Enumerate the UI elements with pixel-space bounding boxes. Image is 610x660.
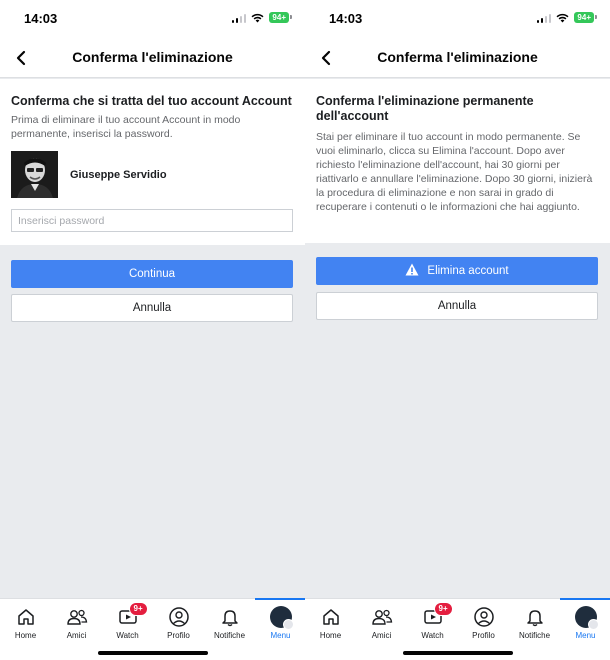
tab-menu[interactable]: Menu	[560, 598, 610, 645]
watch-badge: 9+	[128, 602, 148, 616]
profile-row: Giuseppe Servidio	[11, 151, 294, 198]
screen-confirm-password: 14:03 94+ Conferma l'eliminazione Confer…	[0, 0, 305, 660]
page-title: Conferma l'eliminazione	[377, 49, 538, 65]
tab-home[interactable]: Home	[305, 599, 356, 645]
tab-label: Home	[14, 631, 37, 640]
password-input[interactable]	[11, 209, 293, 232]
tab-notifications[interactable]: Notifiche	[509, 599, 560, 645]
status-bar: 14:03 94+	[305, 0, 610, 38]
profile-icon	[167, 606, 191, 628]
tab-label: Watch	[116, 631, 139, 640]
battery-icon: 94+	[574, 12, 597, 23]
status-icons: 94+	[536, 12, 597, 23]
tab-menu[interactable]: Menu	[255, 598, 305, 645]
tab-label: Watch	[421, 631, 444, 640]
warning-icon	[405, 263, 419, 279]
home-indicator	[98, 651, 208, 655]
bell-icon	[523, 606, 547, 628]
screen-confirm-deletion: 14:03 94+ Conferma l'eliminazione Confer…	[305, 0, 610, 660]
continue-button[interactable]: Continua	[11, 260, 293, 288]
tab-label: Profilo	[472, 631, 495, 640]
watch-badge: 9+	[433, 602, 453, 616]
tab-label: Menu	[270, 631, 291, 640]
signal-icon	[231, 13, 247, 23]
page-title: Conferma l'eliminazione	[72, 49, 233, 65]
home-indicator	[403, 651, 513, 655]
bell-icon	[218, 606, 242, 628]
confirm-account-card: Conferma che si tratta del tuo account A…	[0, 79, 305, 245]
wifi-icon	[251, 13, 264, 23]
card-title: Conferma che si tratta del tuo account A…	[11, 94, 292, 108]
active-tab-indicator	[255, 598, 305, 600]
confirm-deletion-card: Conferma l'eliminazione permanente dell'…	[305, 79, 610, 243]
tab-profile[interactable]: Profilo	[458, 599, 509, 645]
cancel-button[interactable]: Annulla	[11, 294, 293, 322]
nav-header: Conferma l'eliminazione	[305, 38, 610, 78]
friends-icon	[370, 606, 394, 628]
battery-icon: 94+	[269, 12, 292, 23]
tab-watch[interactable]: 9+ Watch	[407, 599, 458, 645]
tab-label: Home	[319, 631, 342, 640]
tab-home[interactable]: Home	[0, 599, 51, 645]
status-time: 14:03	[329, 11, 363, 26]
avatar	[11, 151, 58, 198]
nav-header: Conferma l'eliminazione	[0, 38, 305, 78]
home-icon	[14, 606, 38, 628]
watch-icon: 9+	[116, 602, 148, 628]
menu-avatar-icon	[574, 606, 599, 630]
tab-label: Profilo	[167, 631, 190, 640]
friends-icon	[65, 606, 89, 628]
tab-friends[interactable]: Amici	[51, 599, 102, 645]
status-icons: 94+	[231, 12, 292, 23]
signal-icon	[536, 13, 552, 23]
tab-label: Amici	[371, 631, 392, 640]
home-icon	[319, 606, 343, 628]
tab-label: Amici	[66, 631, 87, 640]
tab-friends[interactable]: Amici	[356, 599, 407, 645]
delete-account-button[interactable]: Elimina account	[316, 257, 598, 285]
cancel-button-label: Annulla	[437, 300, 477, 312]
tab-notifications[interactable]: Notifiche	[204, 599, 255, 645]
tab-watch[interactable]: 9+ Watch	[102, 599, 153, 645]
cancel-button-label: Annulla	[132, 302, 172, 314]
profile-name: Giuseppe Servidio	[70, 168, 167, 181]
delete-account-button-label: Elimina account	[427, 265, 509, 277]
profile-icon	[472, 606, 496, 628]
card-description: Stai per eliminare il tuo account in mod…	[316, 131, 593, 213]
cancel-button[interactable]: Annulla	[316, 292, 598, 320]
wifi-icon	[556, 13, 569, 23]
tab-label: Notifiche	[518, 631, 551, 640]
tab-label: Notifiche	[213, 631, 246, 640]
tab-label: Menu	[575, 631, 596, 640]
tab-profile[interactable]: Profilo	[153, 599, 204, 645]
menu-avatar-icon	[269, 606, 294, 630]
watch-icon: 9+	[421, 602, 453, 628]
status-bar: 14:03 94+	[0, 0, 305, 38]
card-description: Prima di eliminare il tuo account Accoun…	[11, 114, 241, 140]
active-tab-indicator	[560, 598, 610, 600]
card-title: Conferma l'eliminazione permanente dell'…	[316, 94, 534, 123]
status-time: 14:03	[24, 11, 58, 26]
continue-button-label: Continua	[128, 268, 176, 280]
